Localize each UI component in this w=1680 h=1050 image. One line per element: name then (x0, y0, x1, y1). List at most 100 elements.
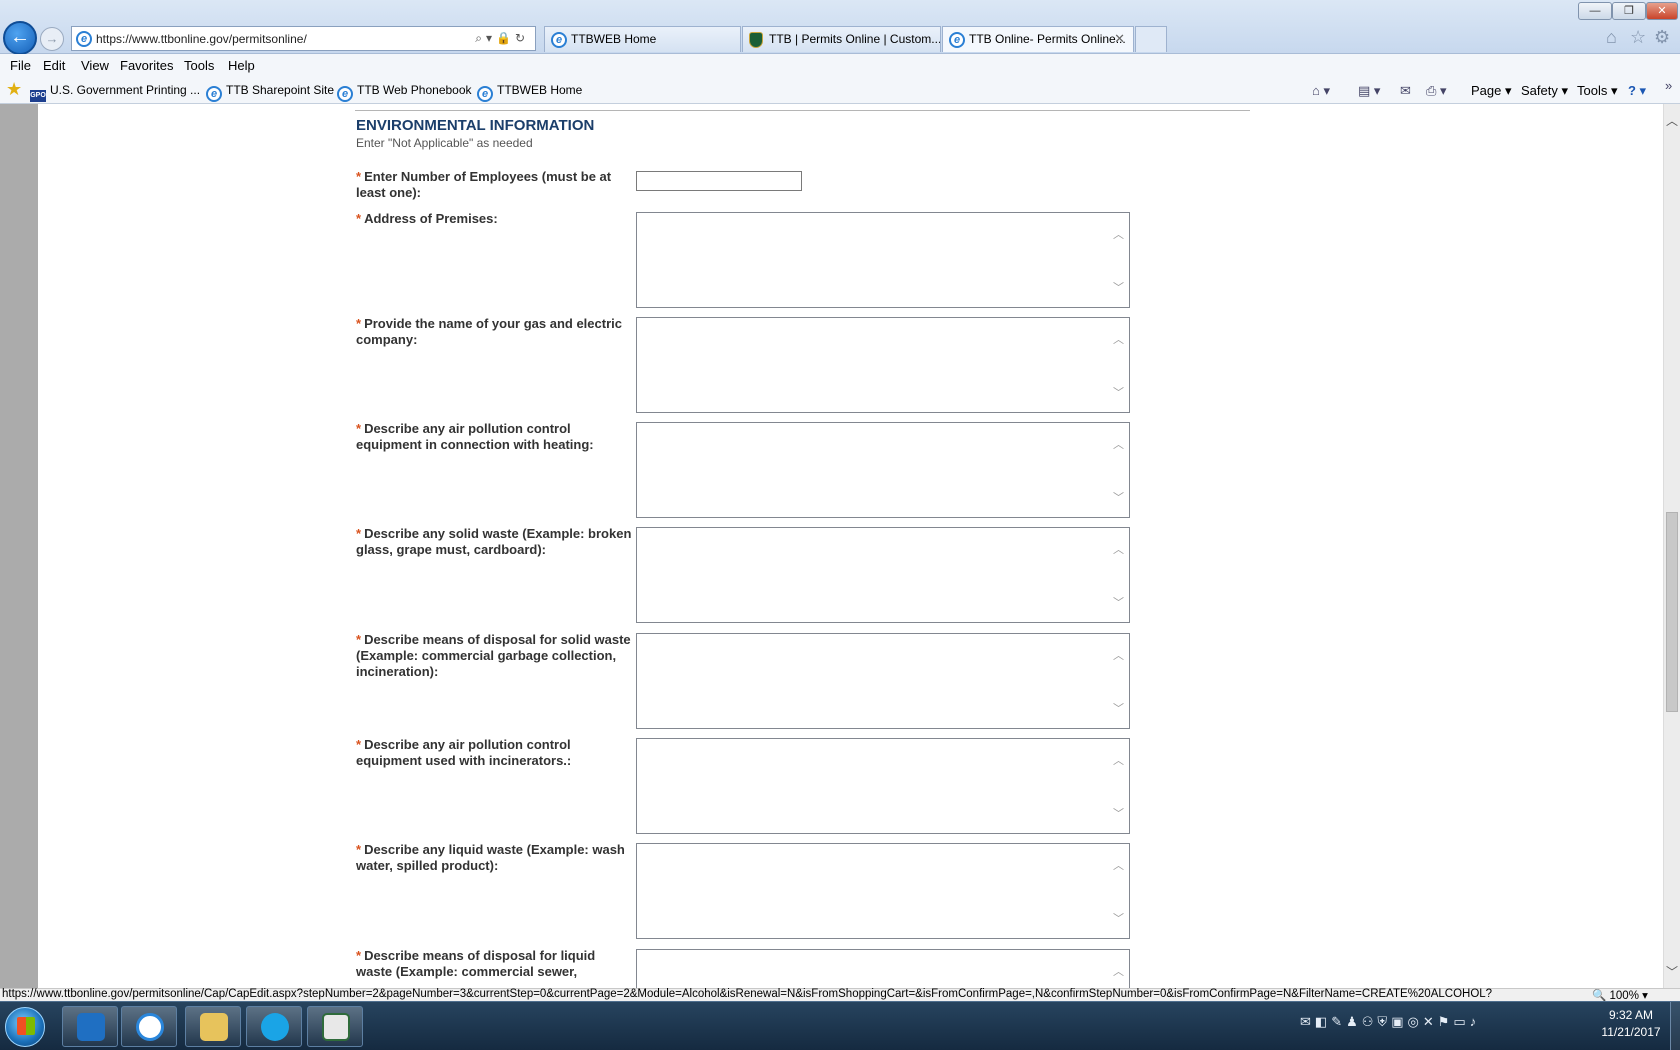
chevron-down-icon[interactable]: ﹀ (1666, 963, 1678, 980)
scroll-down-icon[interactable]: ﹀ (1113, 489, 1124, 505)
employees-input[interactable] (636, 171, 802, 191)
tab-ttb-online-permits[interactable]: e TTB Online- Permits Online... ✕ (942, 26, 1134, 52)
address-text[interactable]: https://www.ttbonline.gov/permitsonline/ (96, 32, 307, 46)
help-menu[interactable]: ? ▾ (1628, 83, 1646, 99)
liquid-waste-disposal-textarea[interactable]: ︿ (636, 949, 1130, 988)
scroll-down-icon[interactable]: ﹀ (1113, 279, 1124, 295)
clock-time: 9:32 AM (1608, 1008, 1654, 1022)
forward-button[interactable]: → (40, 27, 64, 51)
air-pollution-heating-textarea[interactable]: ︿ ﹀ (636, 422, 1130, 518)
zoom-level[interactable]: 🔍 100% ▾ (1592, 988, 1648, 1002)
favorites-star-icon[interactable]: ★ (6, 79, 22, 100)
outlook-tray-icon[interactable]: ◧ (1315, 1014, 1331, 1029)
liquid-waste-label: * Describe any liquid waste (Example: was… (356, 842, 632, 874)
scroll-down-icon[interactable]: ﹀ (1113, 700, 1124, 716)
home-icon[interactable]: ⌂ (1606, 27, 1617, 48)
ie-page-icon: e (337, 86, 353, 102)
menu-help[interactable]: Help (228, 58, 255, 73)
scroll-up-icon[interactable]: ︿ (1113, 331, 1124, 347)
address-bar[interactable]: e https://www.ttbonline.gov/permitsonlin… (71, 26, 536, 51)
scroll-up-icon[interactable]: ︿ (1113, 541, 1124, 557)
scroll-up-icon[interactable]: ︿ (1113, 752, 1124, 768)
read-mail-icon[interactable]: ✉ (1400, 83, 1411, 99)
taskbar-file-explorer[interactable] (185, 1006, 241, 1047)
scroll-down-icon[interactable]: ﹀ (1113, 594, 1124, 610)
network-icon[interactable]: ⚇ (1362, 1014, 1378, 1029)
restore-button[interactable]: ❐ (1612, 2, 1646, 20)
field-label-text: Describe means of disposal for liquid wa… (356, 948, 596, 979)
solid-waste-disposal-label: * Describe means of disposal for solid wa… (356, 632, 632, 680)
scroll-down-icon[interactable]: ﹀ (1113, 805, 1124, 821)
menu-favorites[interactable]: Favorites (120, 58, 173, 73)
tab-permits-online-custom[interactable]: TTB | Permits Online | Custom... (742, 26, 941, 52)
sync-icon[interactable]: ◎ (1407, 1014, 1422, 1029)
favorite-gpo[interactable]: GPO U.S. Government Printing ... (30, 83, 200, 102)
clock-date: 11/21/2017 (1601, 1025, 1661, 1039)
scroll-up-icon[interactable]: ︿ (1113, 963, 1124, 979)
status-bar: https://www.ttbonline.gov/permitsonline/… (0, 988, 1680, 1002)
users-icon[interactable]: ♟ (1346, 1014, 1362, 1029)
refresh-icon[interactable]: ↻ (515, 31, 529, 45)
new-tab-button[interactable] (1135, 26, 1167, 52)
volume-icon[interactable]: ♪ (1470, 1014, 1481, 1029)
favorite-ttbweb-home[interactable]: e TTBWEB Home (477, 83, 582, 102)
drive-icon[interactable]: ▣ (1391, 1014, 1407, 1029)
show-desktop-button[interactable] (1670, 1002, 1680, 1050)
taskbar-notes[interactable] (307, 1006, 363, 1047)
home-dropdown-icon[interactable]: ⌂ ▾ (1312, 83, 1330, 99)
scroll-up-icon[interactable]: ︿ (1113, 647, 1124, 663)
monitor-icon[interactable]: ▭ (1453, 1014, 1469, 1029)
air-pollution-incinerators-textarea[interactable]: ︿ ﹀ (636, 738, 1130, 834)
chevron-more-icon[interactable]: » (1665, 78, 1672, 93)
scroll-down-icon[interactable]: ﹀ (1113, 384, 1124, 400)
close-window-button[interactable]: ✕ (1646, 2, 1678, 20)
scroll-up-icon[interactable]: ︿ (1113, 436, 1124, 452)
dropdown-icon[interactable]: ▾ (486, 31, 496, 45)
search-icon[interactable]: ⌕ (475, 31, 486, 45)
liquid-waste-textarea[interactable]: ︿ ﹀ (636, 843, 1130, 939)
favorite-label: TTB Sharepoint Site (226, 83, 335, 97)
menu-edit[interactable]: Edit (43, 58, 65, 73)
mute-icon[interactable]: ✕ (1423, 1014, 1438, 1029)
taskbar: ✉◧✎♟⚇⛨▣◎✕⚑▭♪ 9:32 AM 11/21/2017 (0, 1001, 1680, 1050)
safety-menu[interactable]: Safety ▾ (1521, 83, 1568, 99)
minimize-button[interactable]: — (1578, 2, 1612, 20)
menu-view[interactable]: View (81, 58, 109, 73)
print-icon[interactable]: ⎙ ▾ (1426, 83, 1447, 99)
employees-label: * Enter Number of Employees (must be at l… (356, 169, 632, 201)
solid-waste-textarea[interactable]: ︿ ﹀ (636, 527, 1130, 623)
pen-icon[interactable]: ✎ (1331, 1014, 1346, 1029)
tab-ttbweb-home[interactable]: e TTBWEB Home (544, 26, 741, 52)
lock-icon[interactable]: 🔒 (496, 31, 515, 45)
page-scrollbar[interactable]: ︿ ﹀ (1663, 104, 1680, 988)
chevron-up-icon[interactable]: ︿ (1666, 112, 1678, 129)
employees-label-text: Enter Number of Employees (must be at le… (356, 169, 612, 200)
page-menu[interactable]: Page ▾ (1471, 83, 1512, 99)
favorite-ttb-sharepoint[interactable]: e TTB Sharepoint Site (206, 83, 334, 102)
taskbar-skype[interactable] (246, 1006, 302, 1047)
scroll-down-icon[interactable]: ﹀ (1113, 910, 1124, 926)
tools-menu[interactable]: Tools ▾ (1577, 83, 1618, 99)
gas-electric-textarea[interactable]: ︿ ﹀ (636, 317, 1130, 413)
taskbar-outlook[interactable] (62, 1006, 118, 1047)
flag-icon[interactable]: ⚑ (1438, 1014, 1454, 1029)
feeds-icon[interactable]: ▤ ▾ (1358, 83, 1380, 99)
back-button[interactable]: ← (3, 21, 37, 55)
mail-icon[interactable]: ✉ (1300, 1014, 1315, 1029)
close-tab-icon[interactable]: ✕ (1114, 27, 1125, 51)
gas-electric-label: * Provide the name of your gas and electr… (356, 316, 632, 348)
settings-gear-icon[interactable]: ⚙ (1654, 27, 1670, 48)
solid-waste-disposal-textarea[interactable]: ︿ ﹀ (636, 633, 1130, 729)
taskbar-internet-explorer[interactable] (121, 1006, 177, 1047)
system-clock[interactable]: 9:32 AM 11/21/2017 (1598, 1007, 1664, 1041)
shield-icon[interactable]: ⛨ (1377, 1014, 1391, 1029)
favorite-ttb-phonebook[interactable]: e TTB Web Phonebook (337, 83, 472, 102)
address-of-premises-textarea[interactable]: ︿ ﹀ (636, 212, 1130, 308)
favorites-star-icon[interactable]: ☆ (1630, 27, 1646, 48)
start-button[interactable] (5, 1007, 45, 1047)
scrollbar-thumb[interactable] (1666, 512, 1678, 712)
scroll-up-icon[interactable]: ︿ (1113, 857, 1124, 873)
menu-tools[interactable]: Tools (184, 58, 214, 73)
menu-file[interactable]: File (10, 58, 31, 73)
scroll-up-icon[interactable]: ︿ (1113, 226, 1124, 242)
